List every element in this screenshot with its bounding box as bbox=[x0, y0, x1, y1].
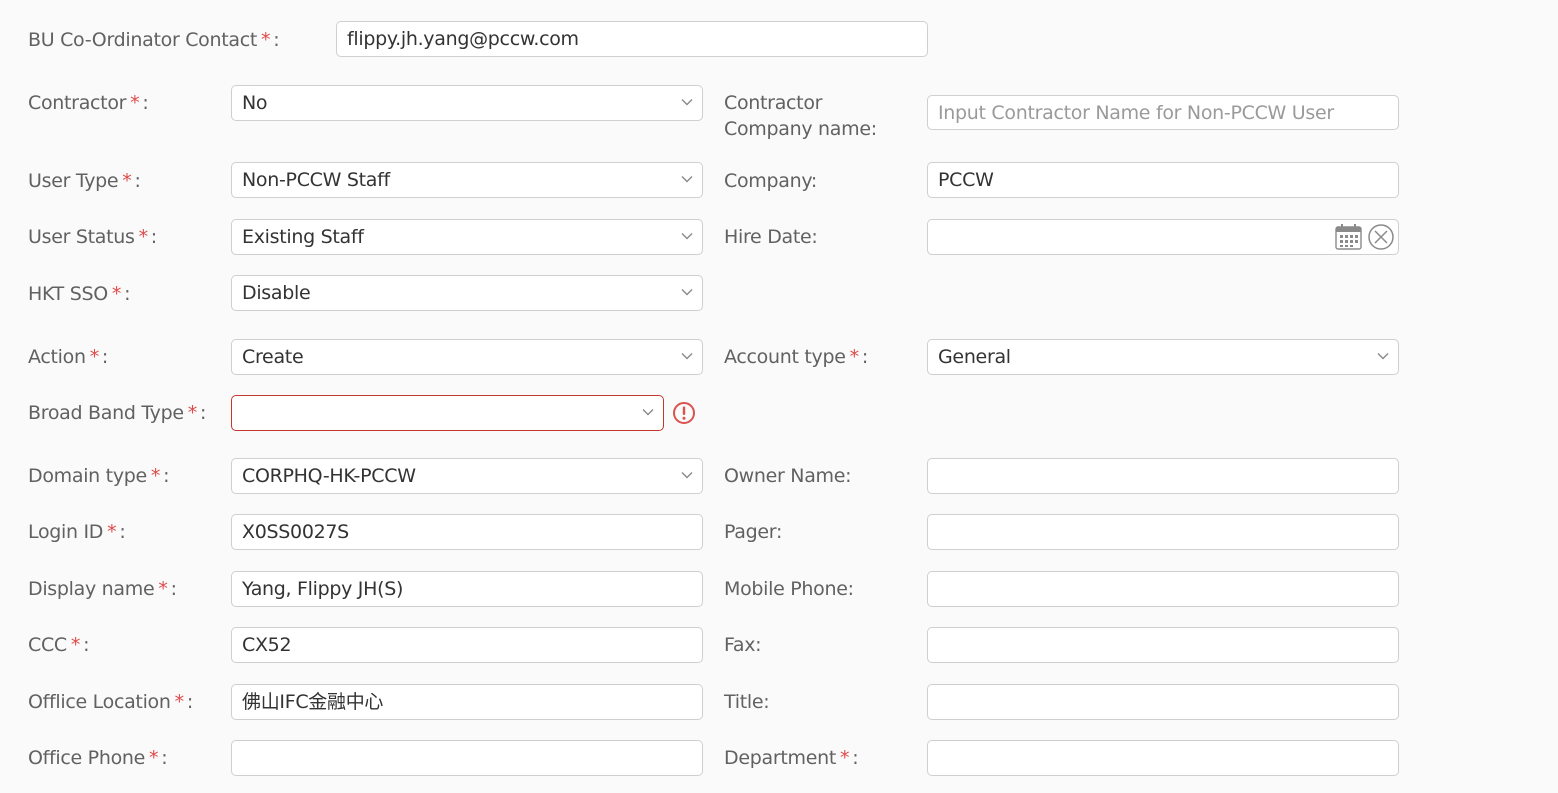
ccc-label: CCC *: bbox=[28, 634, 90, 656]
ccc-input[interactable]: CX52 bbox=[231, 627, 703, 663]
hkt-sso-label: HKT SSO *: bbox=[28, 283, 131, 305]
login-id-input[interactable]: X0SS0027S bbox=[231, 514, 703, 550]
account-type-label: Account type *: bbox=[724, 346, 868, 368]
clear-circle-icon[interactable] bbox=[1368, 224, 1394, 250]
title-input[interactable] bbox=[927, 684, 1399, 720]
user-status-label: User Status *: bbox=[28, 226, 157, 248]
domain-type-select[interactable]: CORPHQ-HK-PCCW bbox=[231, 458, 703, 494]
chevron-down-icon bbox=[681, 286, 693, 298]
user-status-select[interactable]: Existing Staff bbox=[231, 219, 703, 255]
office-location-input[interactable]: 佛山IFC金融中心 bbox=[231, 684, 703, 720]
chevron-down-icon bbox=[681, 350, 693, 362]
chevron-down-icon bbox=[681, 96, 693, 108]
bu-coordinator-label: BU Co-Ordinator Contact *: bbox=[28, 29, 280, 51]
required-mark: * bbox=[261, 29, 271, 51]
office-phone-label: Office Phone *: bbox=[28, 747, 168, 769]
domain-type-label: Domain type *: bbox=[28, 465, 170, 487]
login-id-label: Login ID *: bbox=[28, 521, 126, 543]
company-label: Company: bbox=[724, 170, 818, 192]
department-input[interactable] bbox=[927, 740, 1399, 776]
exclamation-circle-icon bbox=[672, 401, 696, 429]
chevron-down-icon bbox=[642, 406, 654, 418]
hkt-sso-select[interactable]: Disable bbox=[231, 275, 703, 311]
chevron-down-icon bbox=[681, 173, 693, 185]
contractor-company-input[interactable]: Input Contractor Name for Non-PCCW User bbox=[927, 95, 1399, 130]
hire-date-input[interactable] bbox=[927, 219, 1399, 255]
contractor-company-label: Contractor Company name: bbox=[724, 92, 877, 140]
user-type-select[interactable]: Non-PCCW Staff bbox=[231, 162, 703, 198]
pager-label: Pager: bbox=[724, 521, 783, 543]
contractor-label: Contractor *: bbox=[28, 92, 149, 114]
action-select[interactable]: Create bbox=[231, 339, 703, 375]
broad-band-type-select[interactable] bbox=[231, 395, 664, 431]
contractor-select[interactable]: No bbox=[231, 85, 703, 121]
office-phone-input[interactable] bbox=[231, 740, 703, 776]
department-label: Department *: bbox=[724, 747, 859, 769]
fax-input[interactable] bbox=[927, 627, 1399, 663]
account-type-select[interactable]: General bbox=[927, 339, 1399, 375]
calendar-icon[interactable] bbox=[1335, 224, 1362, 250]
office-location-label: Offlice Location *: bbox=[28, 691, 193, 713]
company-input[interactable]: PCCW bbox=[927, 162, 1399, 198]
chevron-down-icon bbox=[681, 230, 693, 242]
hire-date-label: Hire Date: bbox=[724, 226, 818, 248]
display-name-label: Display name *: bbox=[28, 578, 177, 600]
mobile-phone-input[interactable] bbox=[927, 571, 1399, 607]
broad-band-type-label: Broad Band Type *: bbox=[28, 402, 207, 424]
user-type-label: User Type *: bbox=[28, 170, 141, 192]
mobile-phone-label: Mobile Phone: bbox=[724, 578, 854, 600]
action-label: Action *: bbox=[28, 346, 109, 368]
chevron-down-icon bbox=[681, 469, 693, 481]
fax-label: Fax: bbox=[724, 634, 762, 656]
pager-input[interactable] bbox=[927, 514, 1399, 550]
owner-name-input[interactable] bbox=[927, 458, 1399, 494]
display-name-input[interactable]: Yang, Flippy JH(S) bbox=[231, 571, 703, 607]
title-label: Title: bbox=[724, 691, 770, 713]
chevron-down-icon bbox=[1377, 350, 1389, 362]
owner-name-label: Owner Name: bbox=[724, 465, 852, 487]
bu-coordinator-input[interactable]: flippy.jh.yang@pccw.com bbox=[336, 21, 928, 57]
